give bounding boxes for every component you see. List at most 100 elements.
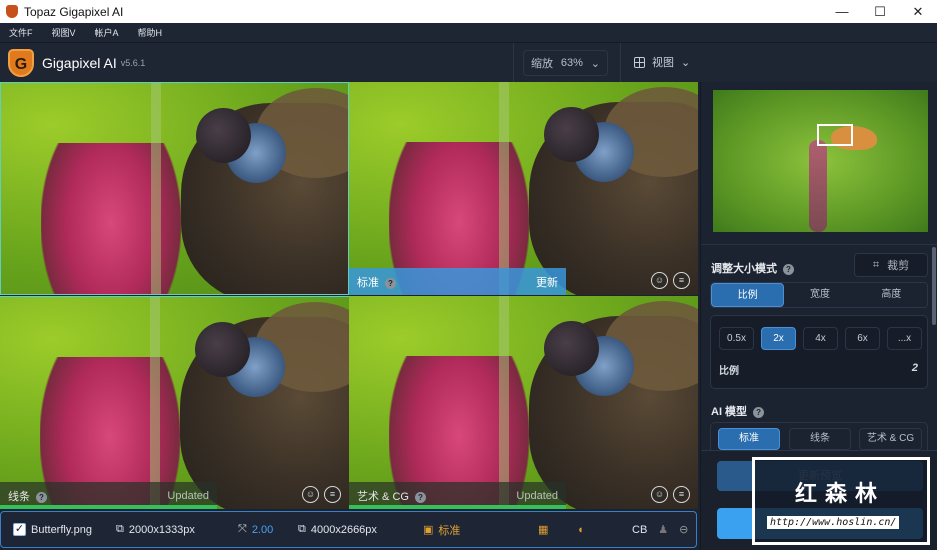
crop-label: 裁剪: [887, 260, 910, 272]
chevron-down-icon: ⌄: [681, 56, 691, 69]
model-art-cg-button[interactable]: 艺术 & CG: [859, 428, 922, 450]
resize-mode-tabs: 比例 宽度 高度: [710, 282, 928, 308]
zoom-label: 缩放: [531, 58, 553, 70]
face-recovery-icon[interactable]: ♟: [658, 523, 668, 536]
tab-width[interactable]: 宽度: [784, 283, 855, 307]
comparison-viewer[interactable]: 标准? 更新 ☺ ≡ 线条? Updated ☺ ≡ 艺术 & CG? Update…: [0, 82, 700, 510]
help-icon[interactable]: ?: [753, 407, 765, 418]
pane-label-bar: 标准? 更新: [349, 268, 566, 295]
maximize-button[interactable]: ☐: [861, 0, 899, 23]
app-logo-icon: [6, 5, 18, 18]
help-icon[interactable]: ?: [414, 491, 426, 503]
tab-height[interactable]: 高度: [856, 283, 927, 307]
smile-face-icon[interactable]: ☺: [651, 272, 668, 289]
expand-icon: ⤧: [238, 523, 247, 535]
crop-button[interactable]: ⌗ 裁剪: [854, 253, 928, 277]
gigapixel-logo-icon: G: [8, 48, 34, 77]
preview-pane-lines[interactable]: 线条? Updated ☺ ≡: [0, 296, 349, 509]
progress-bar: [0, 505, 217, 509]
menu-view[interactable]: 视图V: [52, 26, 76, 39]
model-label: 线条: [8, 490, 30, 503]
update-status: Updated: [516, 489, 558, 502]
update-status: Updated: [167, 489, 209, 502]
noise-icon: ▦: [538, 524, 549, 536]
app-header: G Gigapixel AI v5.6.1 缩放 63% ⌄ 视图 ⌄: [0, 42, 937, 83]
scale-4x-button[interactable]: 4x: [803, 327, 838, 350]
crop-icon: ⌗: [872, 258, 880, 271]
scale-value: 2.00: [251, 523, 274, 536]
scale-custom-button[interactable]: ...x: [887, 327, 922, 350]
app-name: Gigapixel AI: [42, 54, 117, 71]
menu-help[interactable]: 帮助H: [138, 26, 163, 39]
scale-options: 0.5x 2x 4x 6x ...x 比例 2: [710, 315, 928, 389]
preview-pane-art-cg[interactable]: 艺术 & CG? Updated ☺ ≡: [349, 296, 698, 509]
menu-file[interactable]: 文件F: [9, 26, 33, 39]
remove-icon[interactable]: ⊖: [679, 523, 688, 536]
menu-account[interactable]: 帐户A: [95, 26, 119, 39]
ai-model-label: AI 模型: [711, 406, 748, 418]
help-icon[interactable]: ?: [385, 277, 396, 289]
blur-icon: ◖: [577, 523, 584, 536]
watermark-title: 红森林: [795, 481, 886, 506]
stem-image: [499, 82, 509, 295]
tab-scale[interactable]: 比例: [711, 283, 785, 307]
progress-bar: [349, 505, 566, 509]
sidebar-scrollbar[interactable]: [932, 247, 936, 325]
resize-mode-label: 调整大小模式: [711, 263, 777, 275]
title-bar: Topaz Gigapixel AI — ☐ ✕: [0, 0, 937, 23]
chevron-down-icon: ⌄: [590, 57, 600, 70]
input-size-icon: ⧉: [116, 523, 124, 535]
model-label: 艺术 & CG: [357, 490, 409, 503]
preview-pane-original[interactable]: [0, 82, 349, 295]
head-image: [544, 321, 599, 376]
watermark: 红森林 http://www.hoslin.cn/: [752, 457, 930, 545]
model-label: 标准: [357, 276, 379, 289]
head-image: [195, 322, 250, 377]
menu-bar: 文件F 视图V 帐户A 帮助H: [0, 23, 937, 42]
divider: [701, 244, 937, 245]
model-standard-button[interactable]: 标准: [718, 428, 780, 450]
file-checkbox[interactable]: ✓: [13, 523, 26, 536]
output-size: 4000x2666px: [310, 523, 377, 536]
stem-image: [150, 297, 160, 509]
neutral-face-icon[interactable]: ≡: [673, 272, 690, 289]
output-size-icon: ⧉: [298, 523, 306, 535]
viewport-selector[interactable]: [817, 124, 853, 146]
pane-label-bar: 艺术 & CG? Updated: [349, 482, 566, 509]
ai-model-options: 标准 线条 艺术 & CG: [710, 422, 928, 452]
model-name: 标准: [438, 524, 461, 537]
close-button[interactable]: ✕: [899, 0, 937, 23]
divider: [513, 43, 514, 83]
watermark-url: http://www.hoslin.cn/: [767, 516, 900, 529]
neutral-face-icon[interactable]: ≡: [324, 486, 341, 503]
head-image: [196, 108, 251, 163]
zoom-dropdown[interactable]: 缩放 63% ⌄: [523, 50, 608, 76]
divider: [620, 43, 621, 83]
app-version: v5.6.1: [120, 57, 146, 68]
filename: Butterfly.png: [31, 523, 92, 536]
input-size: 2000x1333px: [128, 523, 195, 536]
file-row[interactable]: ✓ Butterfly.png ⧉ 2000x1333px ⤧ 2.00 ⧉ 4000x…: [0, 511, 697, 548]
smile-face-icon[interactable]: ☺: [302, 486, 319, 503]
smile-face-icon[interactable]: ☺: [651, 486, 668, 503]
minimize-button[interactable]: —: [823, 0, 861, 23]
neutral-face-icon[interactable]: ≡: [673, 486, 690, 503]
scale-0.5x-button[interactable]: 0.5x: [719, 327, 754, 350]
head-image: [544, 107, 599, 162]
preview-pane-standard[interactable]: 标准? 更新 ☺ ≡: [349, 82, 698, 295]
help-icon[interactable]: ?: [36, 491, 47, 503]
scale-2x-button[interactable]: 2x: [761, 327, 796, 350]
navigator-thumbnail[interactable]: [713, 90, 928, 232]
scale-value: 2: [911, 362, 918, 374]
view-dropdown[interactable]: 视图 ⌄: [634, 54, 690, 70]
scale-label: 比例: [719, 366, 739, 377]
scale-6x-button[interactable]: 6x: [845, 327, 880, 350]
flower-image: [809, 140, 827, 232]
view-label: 视图: [652, 57, 674, 69]
zoom-value: 63%: [560, 57, 583, 69]
cb-label: CB: [632, 523, 648, 536]
help-icon[interactable]: ?: [783, 264, 794, 275]
model-lines-button[interactable]: 线条: [789, 428, 851, 450]
grid-view-icon: [634, 56, 645, 68]
model-image-icon: ▣: [423, 524, 434, 536]
